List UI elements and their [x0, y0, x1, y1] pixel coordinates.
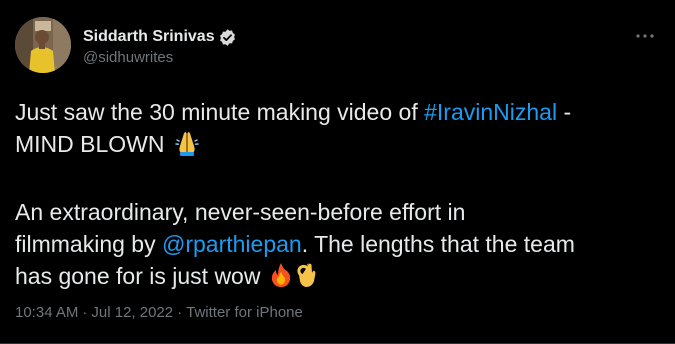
verified-badge-icon	[218, 28, 237, 47]
mention-link[interactable]: @rparthiepan	[162, 231, 302, 257]
tweet-text-segment: -	[557, 99, 572, 125]
author-block: Siddarth Srinivas @sidhuwrites	[83, 27, 237, 68]
ok-hand-icon	[295, 262, 319, 296]
tweet-text: Just saw the 30 minute making video of #…	[15, 96, 663, 296]
tweet-line-5: has gone for is just wow	[15, 260, 663, 296]
name-row: Siddarth Srinivas	[83, 27, 237, 47]
tweet-text-segment: . The lengths that the team	[301, 231, 575, 257]
tweet-source[interactable]: Twitter for iPhone	[186, 304, 303, 321]
display-name[interactable]: Siddarth Srinivas	[83, 27, 215, 47]
tweet-line-3: An extraordinary, never-seen-before effo…	[15, 199, 466, 225]
tweet-card: Siddarth Srinivas @sidhuwrites Just saw …	[0, 0, 675, 344]
more-options-icon[interactable]	[633, 28, 657, 44]
folded-hands-icon	[173, 130, 201, 164]
tweet-text-segment: has gone for is just wow	[15, 263, 267, 289]
tweet-time[interactable]: 10:34 AM	[15, 304, 78, 321]
handle[interactable]: @sidhuwrites	[83, 48, 237, 68]
meta-separator: ·	[177, 304, 183, 321]
meta-separator: ·	[82, 304, 88, 321]
tweet-date[interactable]: Jul 12, 2022	[91, 304, 173, 321]
tweet-text-segment: MIND BLOWN	[15, 131, 171, 157]
tweet-text-segment: filmmaking by	[15, 231, 162, 257]
tweet-line-2: MIND BLOWN	[15, 128, 663, 164]
avatar-image	[15, 17, 71, 73]
hashtag-link[interactable]: #IravinNizhal	[424, 99, 557, 125]
tweet-line-4: filmmaking by @rparthiepan. The lengths …	[15, 228, 663, 260]
avatar[interactable]	[15, 17, 71, 73]
tweet-meta: 10:34 AM · Jul 12, 2022 · Twitter for iPhone	[15, 304, 303, 322]
tweet-line-1: Just saw the 30 minute making video of #…	[15, 96, 663, 128]
fire-icon	[269, 262, 293, 296]
tweet-text-segment: Just saw the 30 minute making video of	[15, 99, 425, 125]
